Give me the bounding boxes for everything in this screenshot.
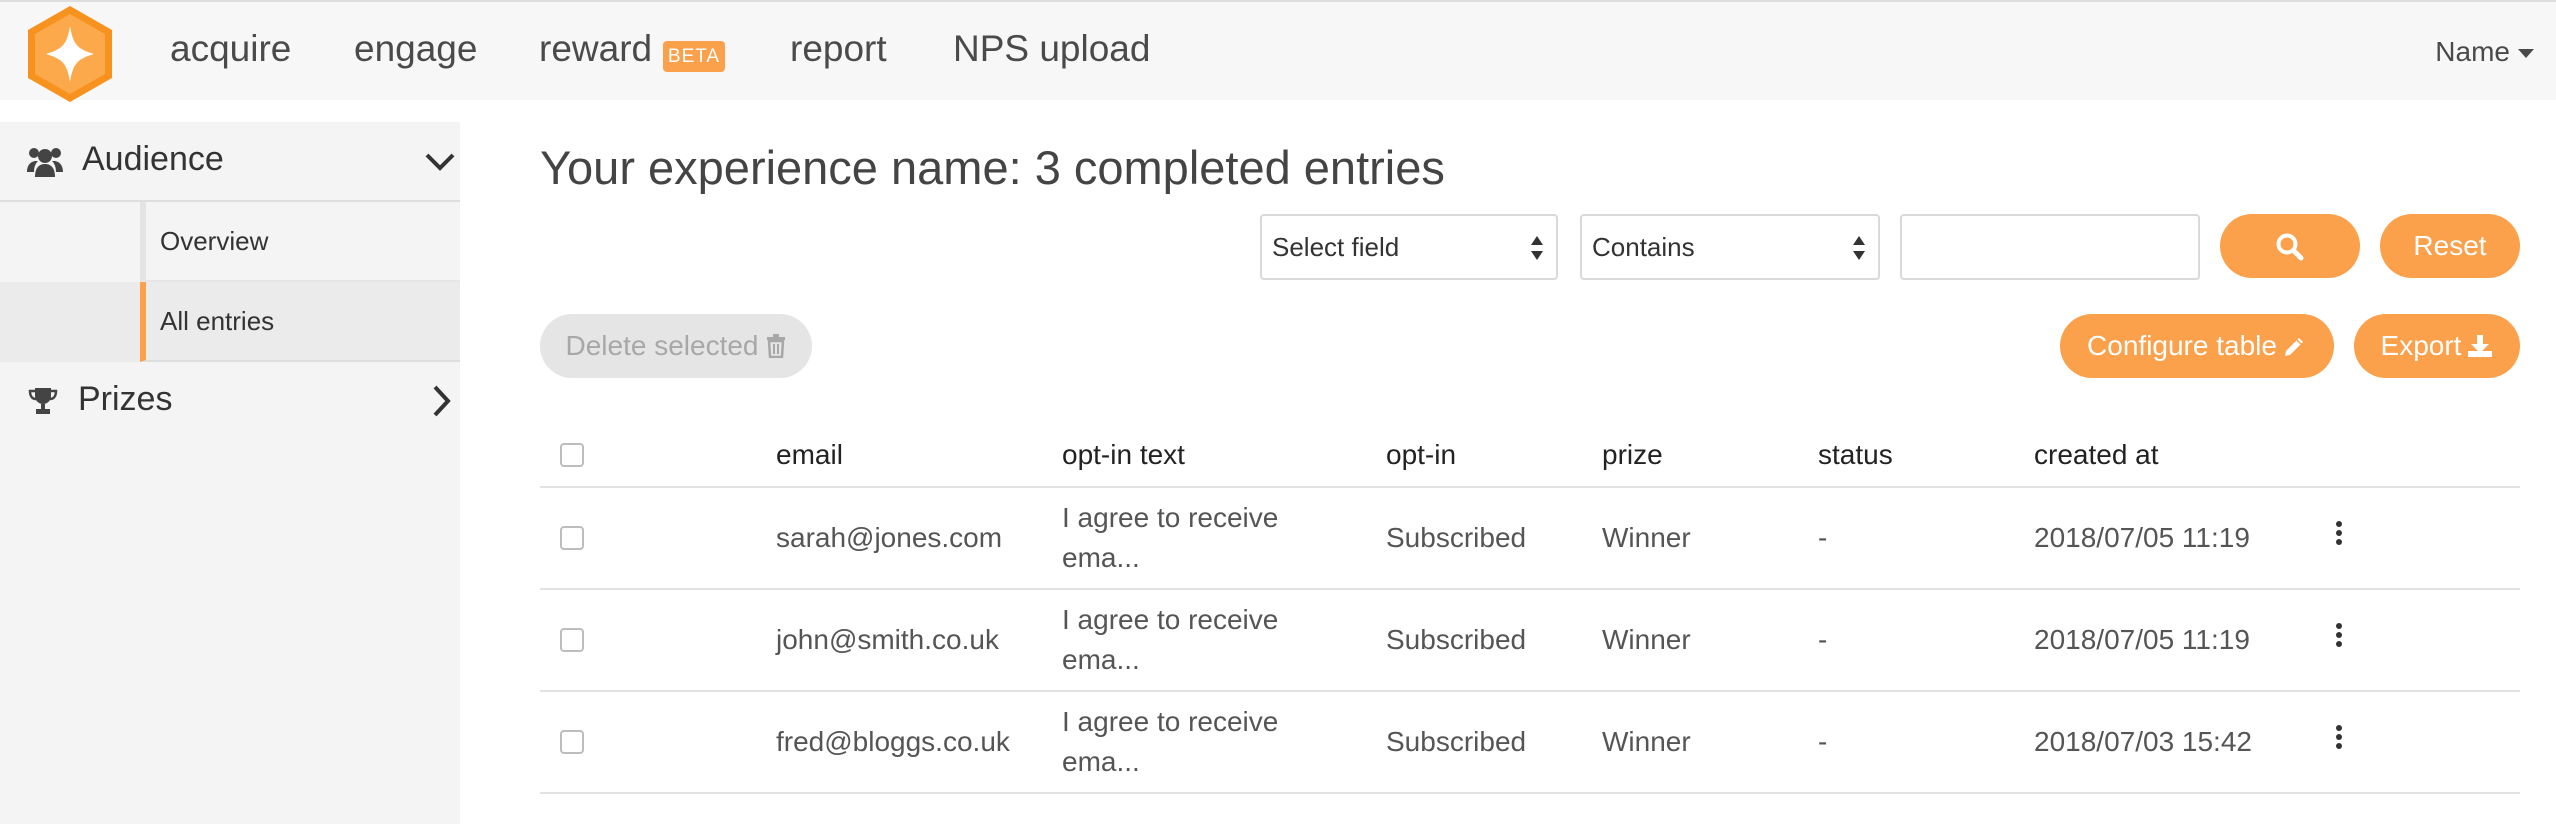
sidebar: Audience Overview All entries Prizes <box>0 122 460 824</box>
caret-down-icon <box>2518 49 2534 59</box>
nav-nps-upload[interactable]: NPS upload <box>953 28 1150 70</box>
sidebar-overview-label: Overview <box>160 226 269 256</box>
configure-table-button[interactable]: Configure table <box>2060 314 2334 378</box>
optin-text-line-1: I agree to receive <box>1062 502 1279 533</box>
export-button[interactable]: Export <box>2354 314 2520 378</box>
sidebar-prizes-label: Prizes <box>78 380 173 418</box>
field-select[interactable]: Select field <box>1260 214 1558 280</box>
beta-badge: BETA <box>663 41 725 72</box>
search-icon <box>2276 233 2304 261</box>
sidebar-section-prizes[interactable]: Prizes <box>0 362 460 442</box>
column-header-optin[interactable]: opt-in <box>1386 424 1602 488</box>
row-checkbox[interactable] <box>560 628 584 652</box>
cell-optin: Subscribed <box>1386 691 1602 794</box>
optin-text-line-2: ema... <box>1062 644 1140 675</box>
field-select-value: Select field <box>1272 232 1400 262</box>
select-all-cell <box>540 424 776 488</box>
select-all-checkbox[interactable] <box>560 443 584 467</box>
user-menu[interactable]: Name <box>2435 36 2534 68</box>
delete-selected-label: Delete selected <box>565 330 759 361</box>
brand-logo[interactable] <box>24 4 116 104</box>
sidebar-section-audience[interactable]: Audience <box>0 122 460 202</box>
operator-select-value: Contains <box>1592 232 1695 262</box>
cell-created-at: 2018/07/03 15:42 <box>2034 691 2324 794</box>
select-arrows-icon <box>1531 236 1543 260</box>
cell-optin-text: I agree to receive ema... <box>1062 487 1386 590</box>
column-header-optin-text[interactable]: opt-in text <box>1062 424 1386 488</box>
cell-optin: Subscribed <box>1386 589 1602 692</box>
download-icon <box>2468 335 2493 357</box>
cell-status: - <box>1818 691 2034 794</box>
optin-text-line-1: I agree to receive <box>1062 604 1279 635</box>
table-row: john@smith.co.uk I agree to receive ema..… <box>540 589 2520 692</box>
sidebar-all-entries-label: All entries <box>160 306 275 336</box>
trash-icon <box>766 334 785 359</box>
cell-email: john@smith.co.uk <box>776 589 1062 692</box>
sidebar-audience-label: Audience <box>82 140 224 178</box>
pencil-icon <box>2284 338 2303 356</box>
configure-table-label: Configure table <box>2087 330 2277 361</box>
table-row: sarah@jones.com I agree to receive ema...… <box>540 487 2520 590</box>
cell-optin: Subscribed <box>1386 487 1602 590</box>
optin-text-line-1: I agree to receive <box>1062 706 1279 737</box>
cell-status: - <box>1818 487 2034 590</box>
cell-email: fred@bloggs.co.uk <box>776 691 1062 794</box>
optin-text-line-2: ema... <box>1062 542 1140 573</box>
row-checkbox[interactable] <box>560 526 584 550</box>
user-name: Name <box>2435 36 2510 67</box>
table-row: fred@bloggs.co.uk I agree to receive ema.… <box>540 691 2520 794</box>
cell-status: - <box>1818 589 2034 692</box>
cell-prize: Winner <box>1602 691 1818 794</box>
top-nav-bar: acquire engage reward BETA report NPS up… <box>0 0 2556 102</box>
chevron-down-icon <box>425 153 455 171</box>
column-header-status[interactable]: status <box>1818 424 2034 488</box>
chevron-right-icon <box>433 385 451 417</box>
select-arrows-icon <box>1853 236 1865 260</box>
column-header-prize[interactable]: prize <box>1602 424 1818 488</box>
cell-prize: Winner <box>1602 487 1818 590</box>
cell-created-at: 2018/07/05 11:19 <box>2034 487 2324 590</box>
reset-button[interactable]: Reset <box>2380 214 2520 278</box>
cell-created-at: 2018/07/05 11:19 <box>2034 589 2324 692</box>
nav-acquire[interactable]: acquire <box>170 28 291 70</box>
trophy-icon <box>28 388 58 414</box>
search-button[interactable] <box>2220 214 2360 278</box>
nav-report[interactable]: report <box>790 28 887 70</box>
page-title: Your experience name: 3 completed entrie… <box>540 141 1445 194</box>
actions-column-header <box>2324 424 2520 488</box>
cell-optin-text: I agree to receive ema... <box>1062 691 1386 794</box>
column-header-created-at[interactable]: created at <box>2034 424 2324 488</box>
operator-select[interactable]: Contains <box>1580 214 1880 280</box>
column-header-email[interactable]: email <box>776 424 1062 488</box>
export-label: Export <box>2380 330 2462 361</box>
row-menu-icon[interactable] <box>2324 620 2354 650</box>
row-checkbox[interactable] <box>560 730 584 754</box>
optin-text-line-2: ema... <box>1062 746 1140 777</box>
cell-email: sarah@jones.com <box>776 487 1062 590</box>
nav-engage[interactable]: engage <box>354 28 477 70</box>
nav-reward[interactable]: reward <box>539 28 652 70</box>
delete-selected-button[interactable]: Delete selected <box>540 314 812 378</box>
cell-prize: Winner <box>1602 589 1818 692</box>
row-menu-icon[interactable] <box>2324 518 2354 548</box>
row-menu-icon[interactable] <box>2324 722 2354 752</box>
filter-value-input[interactable] <box>1900 214 2200 280</box>
cell-optin-text: I agree to receive ema... <box>1062 589 1386 692</box>
sidebar-item-overview[interactable]: Overview <box>140 202 460 282</box>
sidebar-item-all-entries[interactable]: All entries <box>140 282 460 362</box>
users-icon <box>27 148 63 177</box>
entries-table: email opt-in text opt-in prize status cr… <box>540 424 2520 794</box>
table-header-row: email opt-in text opt-in prize status cr… <box>540 424 2520 488</box>
